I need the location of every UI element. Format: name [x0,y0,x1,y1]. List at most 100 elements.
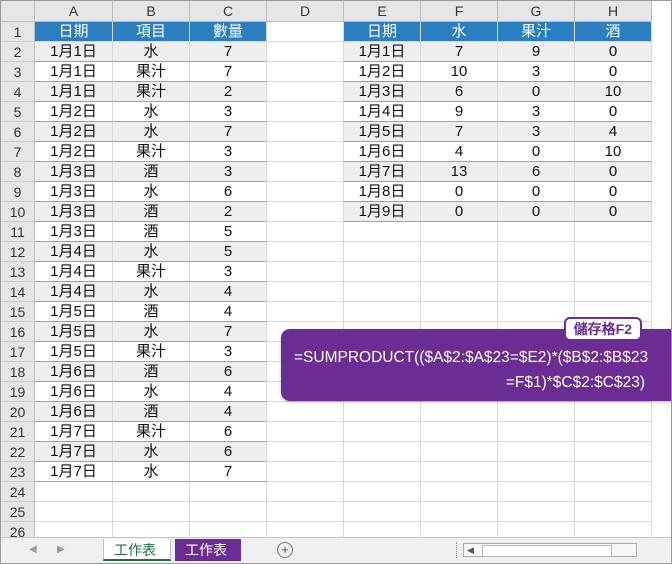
table2-cell[interactable]: 4 [421,142,498,162]
table2-cell[interactable]: 1月3日 [344,82,421,102]
table1-cell[interactable]: 酒 [113,222,190,242]
grid-cell[interactable] [267,82,344,102]
table2-cell[interactable]: 0 [421,202,498,222]
table2-cell[interactable]: 1月9日 [344,202,421,222]
table1-cell[interactable]: 3 [190,142,267,162]
grid-cell[interactable] [344,402,421,422]
row-header[interactable]: 12 [1,242,35,262]
table1-cell[interactable]: 7 [190,42,267,62]
scrollbar-thumb[interactable] [482,545,612,557]
grid-cell[interactable] [498,402,575,422]
table2-cell[interactable]: 7 [421,122,498,142]
grid-cell[interactable] [344,242,421,262]
grid-cell[interactable] [344,462,421,482]
table2-cell[interactable]: 3 [498,62,575,82]
table1-cell[interactable]: 水 [113,122,190,142]
table2-cell[interactable]: 0 [575,182,652,202]
grid-cell[interactable] [575,262,652,282]
tab-scroll-splitter[interactable] [456,542,459,558]
horizontal-scrollbar[interactable]: ◀ [463,543,637,557]
grid-cell[interactable] [498,502,575,522]
column-header[interactable]: H [575,1,652,22]
table1-cell[interactable]: 1月1日 [35,62,113,82]
table1-cell[interactable]: 1月6日 [35,362,113,382]
column-header[interactable]: B [113,1,190,22]
row-header[interactable]: 16 [1,322,35,342]
grid-cell[interactable] [575,502,652,522]
table1-cell[interactable]: 果汁 [113,262,190,282]
grid-cell[interactable] [344,222,421,242]
table1-cell[interactable]: 酒 [113,362,190,382]
table2-cell[interactable]: 0 [575,42,652,62]
table2-cell[interactable]: 0 [498,182,575,202]
table2-cell[interactable]: 0 [498,82,575,102]
row-header[interactable]: 21 [1,422,35,442]
table2-cell[interactable]: 1月6日 [344,142,421,162]
column-header[interactable]: E [344,1,421,22]
grid-cell[interactable] [498,222,575,242]
grid-cell[interactable] [344,442,421,462]
grid-cell[interactable] [498,442,575,462]
table1-cell[interactable]: 1月2日 [35,102,113,122]
table2-cell[interactable]: 10 [575,82,652,102]
table2-cell[interactable]: 0 [575,62,652,82]
grid-cell[interactable] [421,402,498,422]
table1-cell[interactable]: 1月1日 [35,42,113,62]
grid-cell[interactable] [344,282,421,302]
prev-sheet-icon[interactable]: ◀ [29,544,37,555]
table1-cell[interactable]: 1月5日 [35,342,113,362]
grid-cell[interactable] [575,282,652,302]
row-header[interactable]: 2 [1,42,35,62]
grid-cell[interactable] [267,142,344,162]
table1-cell[interactable]: 7 [190,122,267,142]
table1-cell[interactable]: 1月7日 [35,442,113,462]
table1-cell[interactable]: 1月7日 [35,462,113,482]
table2-cell[interactable]: 0 [575,102,652,122]
grid-cell[interactable] [575,402,652,422]
table1-cell[interactable]: 7 [190,62,267,82]
grid-cell[interactable] [575,442,652,462]
grid-cell[interactable] [421,222,498,242]
table1-cell[interactable]: 水 [113,382,190,402]
grid-cell[interactable] [35,482,113,502]
table1-cell[interactable]: 1月2日 [35,142,113,162]
row-header[interactable]: 8 [1,162,35,182]
grid-cell[interactable] [421,462,498,482]
row-header[interactable]: 10 [1,202,35,222]
next-sheet-icon[interactable]: ▶ [57,544,65,555]
grid-cell[interactable] [575,462,652,482]
grid-cell[interactable] [344,482,421,502]
grid-cell[interactable] [421,262,498,282]
table1-cell[interactable]: 酒 [113,302,190,322]
grid-cell[interactable] [344,422,421,442]
table1-header[interactable]: 日期 [35,22,113,42]
row-header[interactable]: 24 [1,482,35,502]
grid-cell[interactable] [344,262,421,282]
table2-cell[interactable]: 3 [498,122,575,142]
grid-cell[interactable] [498,462,575,482]
table1-cell[interactable]: 1月3日 [35,162,113,182]
table1-cell[interactable]: 1月6日 [35,382,113,402]
column-header[interactable]: D [267,1,344,22]
table1-header[interactable]: 項目 [113,22,190,42]
row-header[interactable]: 15 [1,302,35,322]
grid-cell[interactable] [575,222,652,242]
table1-cell[interactable]: 2 [190,202,267,222]
table2-header[interactable]: 果汁 [498,22,575,42]
table2-cell[interactable]: 1月1日 [344,42,421,62]
table1-cell[interactable]: 6 [190,422,267,442]
grid-cell[interactable] [421,242,498,262]
table1-cell[interactable]: 水 [113,242,190,262]
table1-cell[interactable]: 1月6日 [35,402,113,422]
table1-cell[interactable]: 4 [190,302,267,322]
grid-cell[interactable] [267,242,344,262]
row-header[interactable]: 13 [1,262,35,282]
row-header[interactable]: 3 [1,62,35,82]
grid-cell[interactable] [267,262,344,282]
grid-cell[interactable] [267,22,344,42]
table2-cell[interactable]: 4 [575,122,652,142]
add-sheet-icon[interactable]: + [277,542,293,558]
table1-cell[interactable]: 1月3日 [35,222,113,242]
table1-cell[interactable]: 5 [190,222,267,242]
table2-cell[interactable]: 0 [575,162,652,182]
